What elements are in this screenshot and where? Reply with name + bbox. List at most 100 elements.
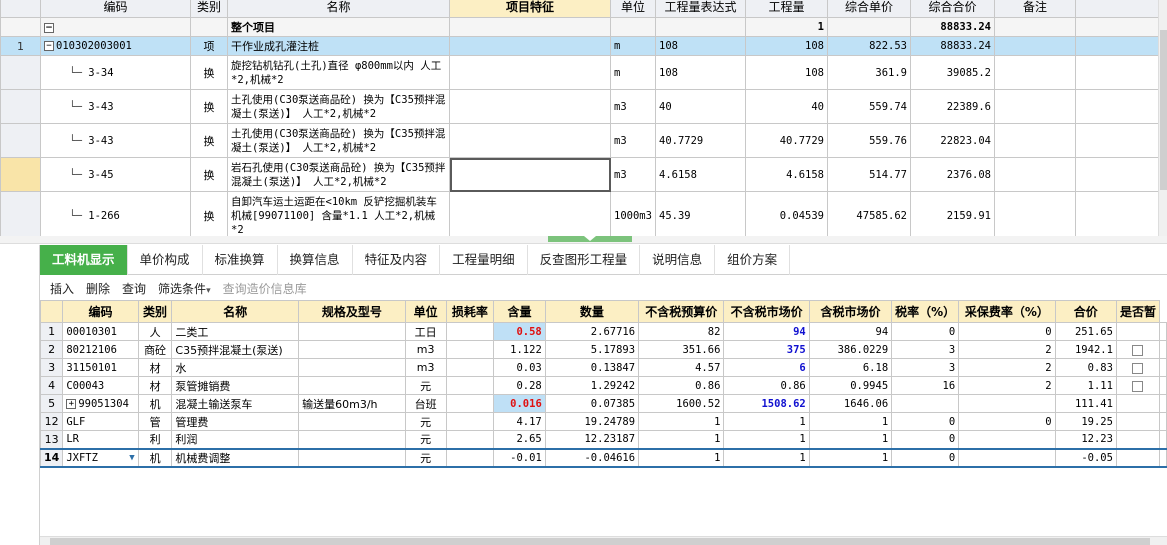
- cell-content[interactable]: 0.28: [493, 376, 546, 395]
- expand-toggle-icon[interactable]: +: [66, 398, 77, 409]
- cell-qty[interactable]: 1.29242: [544, 376, 640, 395]
- col-header-expr[interactable]: 工程量表达式: [655, 0, 746, 18]
- cell-loss[interactable]: [445, 322, 495, 341]
- table-row[interactable]: 1 00010301 人二类工 工日 0.58 2.67716 82 94 94 0 0 251.65: [40, 322, 1167, 341]
- cell-qty[interactable]: -0.04616: [544, 447, 640, 468]
- cell-content[interactable]: 2.65: [493, 430, 546, 449]
- provisional-cell[interactable]: [1115, 376, 1161, 395]
- col-header-loss-rate[interactable]: 损耗率: [445, 300, 495, 323]
- cell-content[interactable]: 0.016: [493, 394, 546, 413]
- col-header-name[interactable]: 名称: [227, 0, 450, 18]
- cell-market[interactable]: 1: [723, 430, 810, 449]
- tab-pricing-scheme[interactable]: 组价方案: [715, 245, 791, 275]
- delete-button[interactable]: 删除: [80, 280, 116, 297]
- col-header-type[interactable]: 类别: [190, 0, 228, 18]
- col-header-fee-rate[interactable]: 采保费率（%）: [958, 300, 1056, 323]
- cell-qty[interactable]: 0.13847: [544, 358, 640, 377]
- cell-market[interactable]: 94: [723, 322, 810, 341]
- col-header-spec[interactable]: 规格及型号: [298, 300, 406, 323]
- provisional-cell[interactable]: [1115, 322, 1161, 341]
- col-header-quantity[interactable]: 数量: [544, 300, 640, 323]
- top-vertical-scrollbar[interactable]: [1158, 0, 1167, 236]
- col-header-market-price[interactable]: 不含税市场价: [723, 300, 810, 323]
- table-row[interactable]: 3 31150101 材水 m3 0.03 0.13847 4.57 6 6.18 3 2 0.83: [40, 358, 1167, 377]
- col-header-content[interactable]: 含量: [493, 300, 546, 323]
- table-row[interactable]: 14 JXFTZ ▼ 机机械费调整元 -0.01 -0.04616 1 1 1 0 -0.05: [40, 447, 1167, 468]
- col-header-qty[interactable]: 工程量: [745, 0, 828, 18]
- table-row[interactable]: └─ 1-266 换 自卸汽车运土运距在<10km 反铲挖掘机装车 机械[990…: [0, 191, 1160, 236]
- cell-loss[interactable]: [445, 412, 495, 431]
- table-row[interactable]: 4 C00043 材泵管摊销费元 0.28 1.29242 0.86 0.86 0.9945 1…: [40, 376, 1167, 395]
- col-header-total[interactable]: 合价: [1054, 300, 1117, 323]
- dropdown-arrow-icon[interactable]: ▼: [129, 453, 134, 463]
- col-header-name[interactable]: 名称: [171, 300, 300, 323]
- bottom-horizontal-scrollbar[interactable]: [40, 536, 1167, 545]
- cell-market[interactable]: 1: [723, 447, 810, 468]
- cell-spec[interactable]: [298, 412, 406, 431]
- cell-spec[interactable]: [298, 322, 406, 341]
- pane-splitter[interactable]: [0, 236, 1167, 244]
- provisional-checkbox[interactable]: [1132, 380, 1144, 392]
- provisional-cell[interactable]: [1115, 358, 1161, 377]
- col-header-tax-rate[interactable]: 税率（%）: [891, 300, 960, 323]
- cell-content[interactable]: 0.03: [493, 358, 546, 377]
- provisional-cell[interactable]: [1115, 412, 1161, 431]
- cell-loss[interactable]: [445, 430, 495, 449]
- cell-loss[interactable]: [445, 394, 495, 413]
- provisional-cell[interactable]: [1115, 340, 1161, 359]
- collapse-toggle-icon[interactable]: −: [44, 22, 54, 33]
- cell-content[interactable]: 1.122: [493, 340, 546, 359]
- cell-loss[interactable]: [445, 340, 495, 359]
- cell-loss[interactable]: [445, 447, 495, 468]
- col-header-budget-price[interactable]: 不含税预算价: [638, 300, 725, 323]
- query-price-db-button[interactable]: 查询造价信息库: [217, 280, 313, 297]
- collapse-toggle-icon[interactable]: −: [44, 41, 54, 51]
- provisional-cell[interactable]: [1115, 447, 1161, 468]
- table-row[interactable]: 13 LR 利利润元 2.65 12.23187 1 1 1 0 12.23: [40, 430, 1167, 449]
- query-button[interactable]: 查询: [116, 280, 152, 297]
- table-row[interactable]: 1 −010302003001 项 干作业成孔灌注桩 m 108 108 822…: [0, 36, 1160, 56]
- table-row[interactable]: 12 GLF 管管理费元 4.17 19.24789 1 1 1 0 0 19.25: [40, 412, 1167, 431]
- cell-spec[interactable]: [298, 430, 406, 449]
- col-header-remark[interactable]: 备注: [994, 0, 1076, 18]
- cell-spec[interactable]: [298, 340, 406, 359]
- tab-unit-price-composition[interactable]: 单价构成: [128, 245, 203, 275]
- table-row-root[interactable]: − 整个项目 1 88833.24: [0, 17, 1160, 37]
- col-header-code[interactable]: 编码: [62, 300, 139, 323]
- cell-qty[interactable]: 12.23187: [544, 430, 640, 449]
- cell-spec[interactable]: [298, 376, 406, 395]
- table-row[interactable]: └─ 3-45 换 岩石孔使用(C30泵送商品砼) 换为【C35预拌混凝土(泵送…: [0, 157, 1160, 192]
- tab-feature-content[interactable]: 特征及内容: [353, 245, 441, 275]
- table-row[interactable]: └─ 3-43 换 土孔使用(C30泵送商品砼) 换为【C35预拌混凝土(泵送)…: [0, 123, 1160, 158]
- cell-market[interactable]: 1508.62: [723, 394, 810, 413]
- cell-qty[interactable]: 5.17893: [544, 340, 640, 359]
- col-header-unit[interactable]: 单位: [610, 0, 656, 18]
- cell-content[interactable]: 4.17: [493, 412, 546, 431]
- col-header-tax-market-price[interactable]: 含税市场价: [808, 300, 893, 323]
- tab-conversion-info[interactable]: 换算信息: [278, 245, 353, 275]
- cell-loss[interactable]: [445, 376, 495, 395]
- col-header-price[interactable]: 综合单价: [827, 0, 911, 18]
- scroll-thumb[interactable]: [50, 538, 1150, 545]
- table-row[interactable]: 5 +99051304 机混凝土输送泵车 输送量60m3/h 台班 0.016 0.0738…: [40, 394, 1167, 413]
- cell-market[interactable]: 6: [723, 358, 810, 377]
- feature-cell-focused[interactable]: [449, 157, 611, 192]
- provisional-checkbox[interactable]: [1132, 362, 1144, 374]
- cell-market[interactable]: 0.86: [723, 376, 810, 395]
- provisional-checkbox[interactable]: [1132, 344, 1144, 356]
- cell-spec[interactable]: [298, 358, 406, 377]
- provisional-cell[interactable]: [1115, 430, 1161, 449]
- tab-description-info[interactable]: 说明信息: [640, 245, 716, 275]
- cell-spec[interactable]: 输送量60m3/h: [298, 394, 406, 413]
- tab-labor-material-machine[interactable]: 工料机显示: [40, 245, 128, 275]
- insert-button[interactable]: 插入: [44, 280, 80, 297]
- col-header-unit[interactable]: 单位: [404, 300, 447, 323]
- table-row[interactable]: 2 80212106 商砼 C35预拌混凝土(泵送) m3 1.122 5.17893 351…: [40, 340, 1167, 359]
- cell-market[interactable]: 375: [723, 340, 810, 359]
- table-row[interactable]: └─ 3-34 换 旋挖钻机钻孔(土孔)直径 φ800mm以内 人工*2,机械*…: [0, 55, 1160, 90]
- collapse-arrow-icon[interactable]: [584, 236, 596, 241]
- scroll-thumb[interactable]: [1160, 30, 1167, 190]
- tab-standard-conversion[interactable]: 标准换算: [203, 245, 278, 275]
- cell-content[interactable]: -0.01: [493, 447, 546, 468]
- cell-qty[interactable]: 2.67716: [544, 322, 640, 341]
